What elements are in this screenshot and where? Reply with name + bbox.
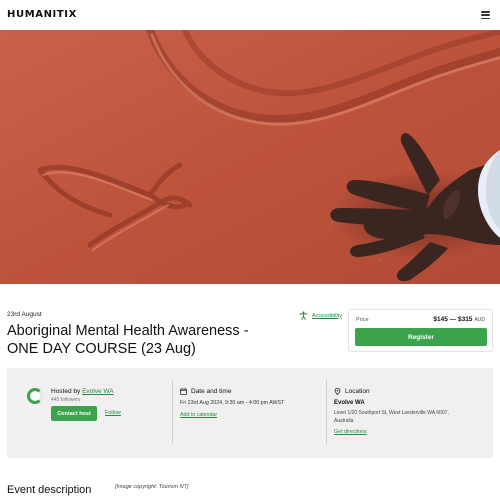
ticket-price-box: Price $145 — $315 AUD Register [348,309,493,352]
event-hero-image [0,30,500,284]
add-to-calendar-link[interactable]: Add to calendar [180,412,217,418]
location-pin-icon [334,388,341,395]
hamburger-menu-icon[interactable] [481,11,490,19]
hosted-by-line: Hosted by Evolve WA [51,388,114,395]
datetime-heading-text: Date and time [191,388,232,395]
humanitix-logo[interactable]: HUMANITIX [7,9,77,20]
image-copyright-note: [Image copyright: Tourism NT] [115,484,189,490]
price-range-value: $145 — $315 [433,316,473,323]
event-description-heading: Event description [7,484,92,496]
host-followers-count: 445 followers [51,397,81,403]
location-heading-text: Location [345,388,370,395]
calendar-icon [180,388,187,395]
price-label: Price [356,317,369,323]
host-avatar[interactable] [27,388,43,404]
price-currency: AUD [474,317,485,323]
accessibility-link[interactable]: Accessibility [299,311,342,320]
panel-divider [172,380,173,444]
panel-divider [326,380,327,444]
host-name-link[interactable]: Evolve WA [82,388,114,395]
location-heading: Location [334,388,370,395]
follow-host-link[interactable]: Follow [105,410,121,416]
event-title: Aboriginal Mental Health Awareness - ONE… [7,323,249,357]
price-range: $145 — $315 AUD [433,316,485,323]
datetime-heading: Date and time [180,388,231,395]
event-datetime-value: Fri 23rd Aug 2024, 9:30 am - 4:00 pm AWS… [180,400,285,406]
hosted-by-prefix: Hosted by [51,388,83,395]
event-date-label: 23rd August [7,311,42,318]
event-info-panel: Hosted by Evolve WA 445 followers Contac… [7,368,493,458]
register-button[interactable]: Register [355,328,487,346]
accessibility-label: Accessibility [312,312,342,319]
venue-name: Evolve WA [334,400,365,406]
contact-host-button[interactable]: Contact host [51,406,97,421]
venue-address: Level 1/20 Southport St, West Leedervill… [334,410,449,424]
top-nav-bar: HUMANITIX [0,0,500,30]
get-directions-link[interactable]: Get directions [334,429,367,435]
accessibility-icon [299,311,308,320]
